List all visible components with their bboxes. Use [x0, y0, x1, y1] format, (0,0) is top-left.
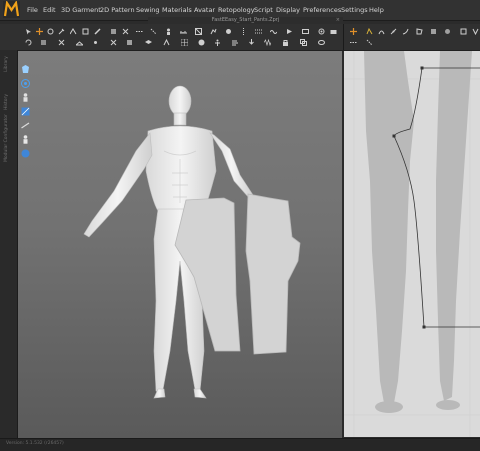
sphere-toggle-icon[interactable] [21, 143, 30, 158]
menu-script[interactable]: Script [254, 5, 273, 15]
tack-icon[interactable] [92, 39, 99, 46]
file-tab-title: FastEEasy_Start_Pants.Zprj [211, 17, 280, 23]
toolbar-3d [0, 24, 343, 51]
animation-icon[interactable] [302, 28, 309, 35]
menu-file[interactable]: File [27, 5, 38, 15]
avatar-edit-icon[interactable] [165, 28, 172, 35]
toolbar-2d [343, 24, 480, 51]
viewport-3d[interactable] [18, 51, 342, 438]
close-icon[interactable]: × [336, 17, 340, 24]
menu-preferences[interactable]: Preferences [303, 5, 341, 15]
transform-icon[interactable] [122, 28, 129, 35]
menu-display[interactable]: Display [276, 5, 300, 15]
rotate-icon[interactable] [25, 39, 32, 46]
simulation-icon[interactable] [286, 28, 293, 35]
zipper-icon[interactable] [240, 28, 247, 35]
pattern-2d-scene [344, 51, 480, 437]
version-label: Version: 5.1.532 (r26457) [6, 441, 64, 446]
pose-icon[interactable] [214, 39, 221, 46]
circle-icon[interactable] [444, 28, 451, 35]
avatar-tools-column [17, 55, 34, 158]
polygon-icon[interactable] [416, 28, 423, 35]
fold-arrange-icon[interactable] [163, 39, 170, 46]
arrange-icon[interactable] [82, 28, 89, 35]
elastic-icon[interactable] [264, 39, 271, 46]
edit-curvature-icon[interactable] [402, 28, 409, 35]
curve-point-icon[interactable] [378, 28, 385, 35]
menu-help[interactable]: Help [369, 5, 384, 15]
avatar-show-icon[interactable] [21, 73, 30, 88]
texture-show-icon[interactable] [21, 101, 30, 116]
measure-show-icon[interactable] [21, 115, 30, 129]
menu-retopology[interactable]: Retopology [218, 5, 255, 15]
menu-3d-garment[interactable]: 3D Garment [61, 5, 101, 15]
select-icon[interactable] [25, 28, 32, 35]
modular-configurator-tab[interactable]: Modular Configurator [4, 114, 9, 162]
fold-icon[interactable] [70, 28, 77, 35]
mesh-icon[interactable] [181, 39, 188, 46]
measure-icon[interactable] [180, 28, 187, 35]
lock-icon[interactable] [282, 39, 289, 46]
move-icon[interactable] [36, 28, 43, 35]
texture-icon[interactable] [195, 28, 202, 35]
avatar-silhouette-2d [364, 51, 472, 413]
menu-materials[interactable]: Materials [162, 5, 192, 15]
layer-icon[interactable] [145, 39, 152, 46]
pattern-edit-icon[interactable] [110, 28, 117, 35]
topstitch-icon[interactable] [255, 28, 262, 35]
menu-edit[interactable]: Edit [43, 5, 56, 15]
viewport-2d[interactable] [344, 51, 480, 437]
button-icon[interactable] [225, 28, 232, 35]
segment-sewing-icon[interactable] [150, 28, 157, 35]
pin-icon[interactable] [58, 28, 65, 35]
menu-avatar[interactable]: Avatar [194, 5, 215, 15]
brush-icon[interactable] [94, 28, 101, 35]
menu-sewing[interactable]: Sewing [136, 5, 160, 15]
history-tab[interactable]: History [4, 94, 9, 110]
segment-icon[interactable] [350, 39, 357, 46]
avatar-icon[interactable] [21, 87, 30, 102]
menu-settings[interactable]: Settings [341, 5, 368, 15]
sewing-icon[interactable] [136, 28, 143, 35]
library-tab[interactable]: Library [4, 56, 9, 72]
status-bar: Version: 5.1.532 (r26457) [0, 438, 480, 451]
menu-2d-pattern[interactable]: 2D Pattern [100, 5, 135, 15]
avatar-scene [83, 85, 301, 399]
sphere-icon[interactable] [198, 39, 205, 46]
avatar-body-icon[interactable] [21, 129, 30, 144]
puckering-icon[interactable] [270, 28, 277, 35]
left-side-panel: Library History Modular Configurator [0, 50, 18, 440]
reset-icon[interactable] [58, 39, 65, 46]
trace-icon[interactable] [366, 39, 373, 46]
render-icon[interactable] [318, 28, 325, 35]
gizmo-icon[interactable] [47, 28, 54, 35]
graphic-icon[interactable] [210, 28, 217, 35]
add-point-icon[interactable] [390, 28, 397, 35]
pressure-icon[interactable] [248, 39, 255, 46]
hanger-icon[interactable] [76, 39, 83, 46]
scale-icon[interactable] [40, 39, 47, 46]
app-logo-icon[interactable] [3, 0, 20, 18]
rectangle-icon[interactable] [430, 28, 437, 35]
cut-icon[interactable] [110, 39, 117, 46]
view-icon[interactable] [318, 39, 325, 46]
transform-pattern-icon[interactable] [350, 28, 357, 35]
garment-icon[interactable] [21, 59, 30, 73]
file-tab[interactable]: FastEEasy_Start_Pants.Zprj × [148, 17, 343, 24]
fabric-icon[interactable] [126, 39, 133, 46]
snapshot-icon[interactable] [330, 28, 337, 35]
internal-polygon-icon[interactable] [460, 28, 467, 35]
wind-icon[interactable] [232, 39, 239, 46]
copy-icon[interactable] [300, 39, 307, 46]
edit-point-icon[interactable] [366, 28, 373, 35]
dart-icon[interactable] [472, 28, 479, 35]
pattern-piece-3d-back[interactable] [245, 193, 301, 355]
